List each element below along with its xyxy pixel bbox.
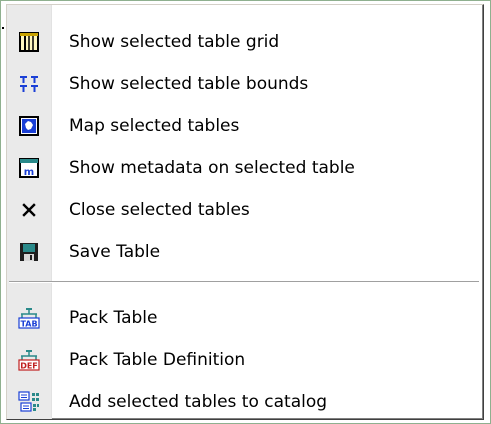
menu-item-label: Pack Table — [69, 308, 158, 328]
stray-dot — [2, 27, 4, 29]
metadata-icon: m — [19, 158, 39, 178]
svg-text:m: m — [24, 167, 34, 178]
menu-separator — [9, 281, 479, 283]
add-to-catalog-icon — [18, 391, 40, 413]
pack-table-definition-icon: DEF — [18, 349, 40, 371]
table-bounds-icon — [19, 74, 39, 94]
menu-item-save-table[interactable]: Save Table — [7, 231, 481, 273]
menu-item-show-metadata[interactable]: m Show metadata on selected table — [7, 147, 481, 189]
menu-item-add-to-catalog[interactable]: Add selected tables to catalog — [7, 381, 481, 423]
screenshot-page: Show selected table grid Show selected t… — [0, 0, 491, 424]
menu-item-label: Show selected table bounds — [69, 74, 309, 94]
close-icon — [21, 202, 37, 218]
menu-item-label: Show selected table grid — [69, 32, 280, 52]
menu-item-label: Add selected tables to catalog — [69, 392, 328, 412]
svg-text:DEF: DEF — [20, 362, 38, 371]
menu-item-map-tables[interactable]: Map selected tables — [7, 105, 481, 147]
menu-item-pack-table[interactable]: TAB Pack Table — [7, 297, 481, 339]
menu-item-label: Map selected tables — [69, 116, 240, 136]
menu-item-pack-table-definition[interactable]: DEF Pack Table Definition — [7, 339, 481, 381]
save-icon — [19, 242, 39, 262]
menu-item-label: Show metadata on selected table — [69, 158, 355, 178]
menu-item-close-tables[interactable]: Close selected tables — [7, 189, 481, 231]
table-grid-icon — [19, 32, 39, 52]
menu-item-show-table-grid[interactable]: Show selected table grid — [7, 21, 481, 63]
menu-item-label: Save Table — [69, 242, 161, 262]
svg-text:TAB: TAB — [20, 320, 37, 329]
pack-table-icon: TAB — [18, 307, 40, 329]
menu-item-label: Close selected tables — [69, 200, 250, 220]
map-icon — [19, 116, 39, 136]
menu-item-label: Pack Table Definition — [69, 350, 246, 370]
menu-item-show-table-bounds[interactable]: Show selected table bounds — [7, 63, 481, 105]
context-menu: Show selected table grid Show selected t… — [6, 4, 484, 420]
